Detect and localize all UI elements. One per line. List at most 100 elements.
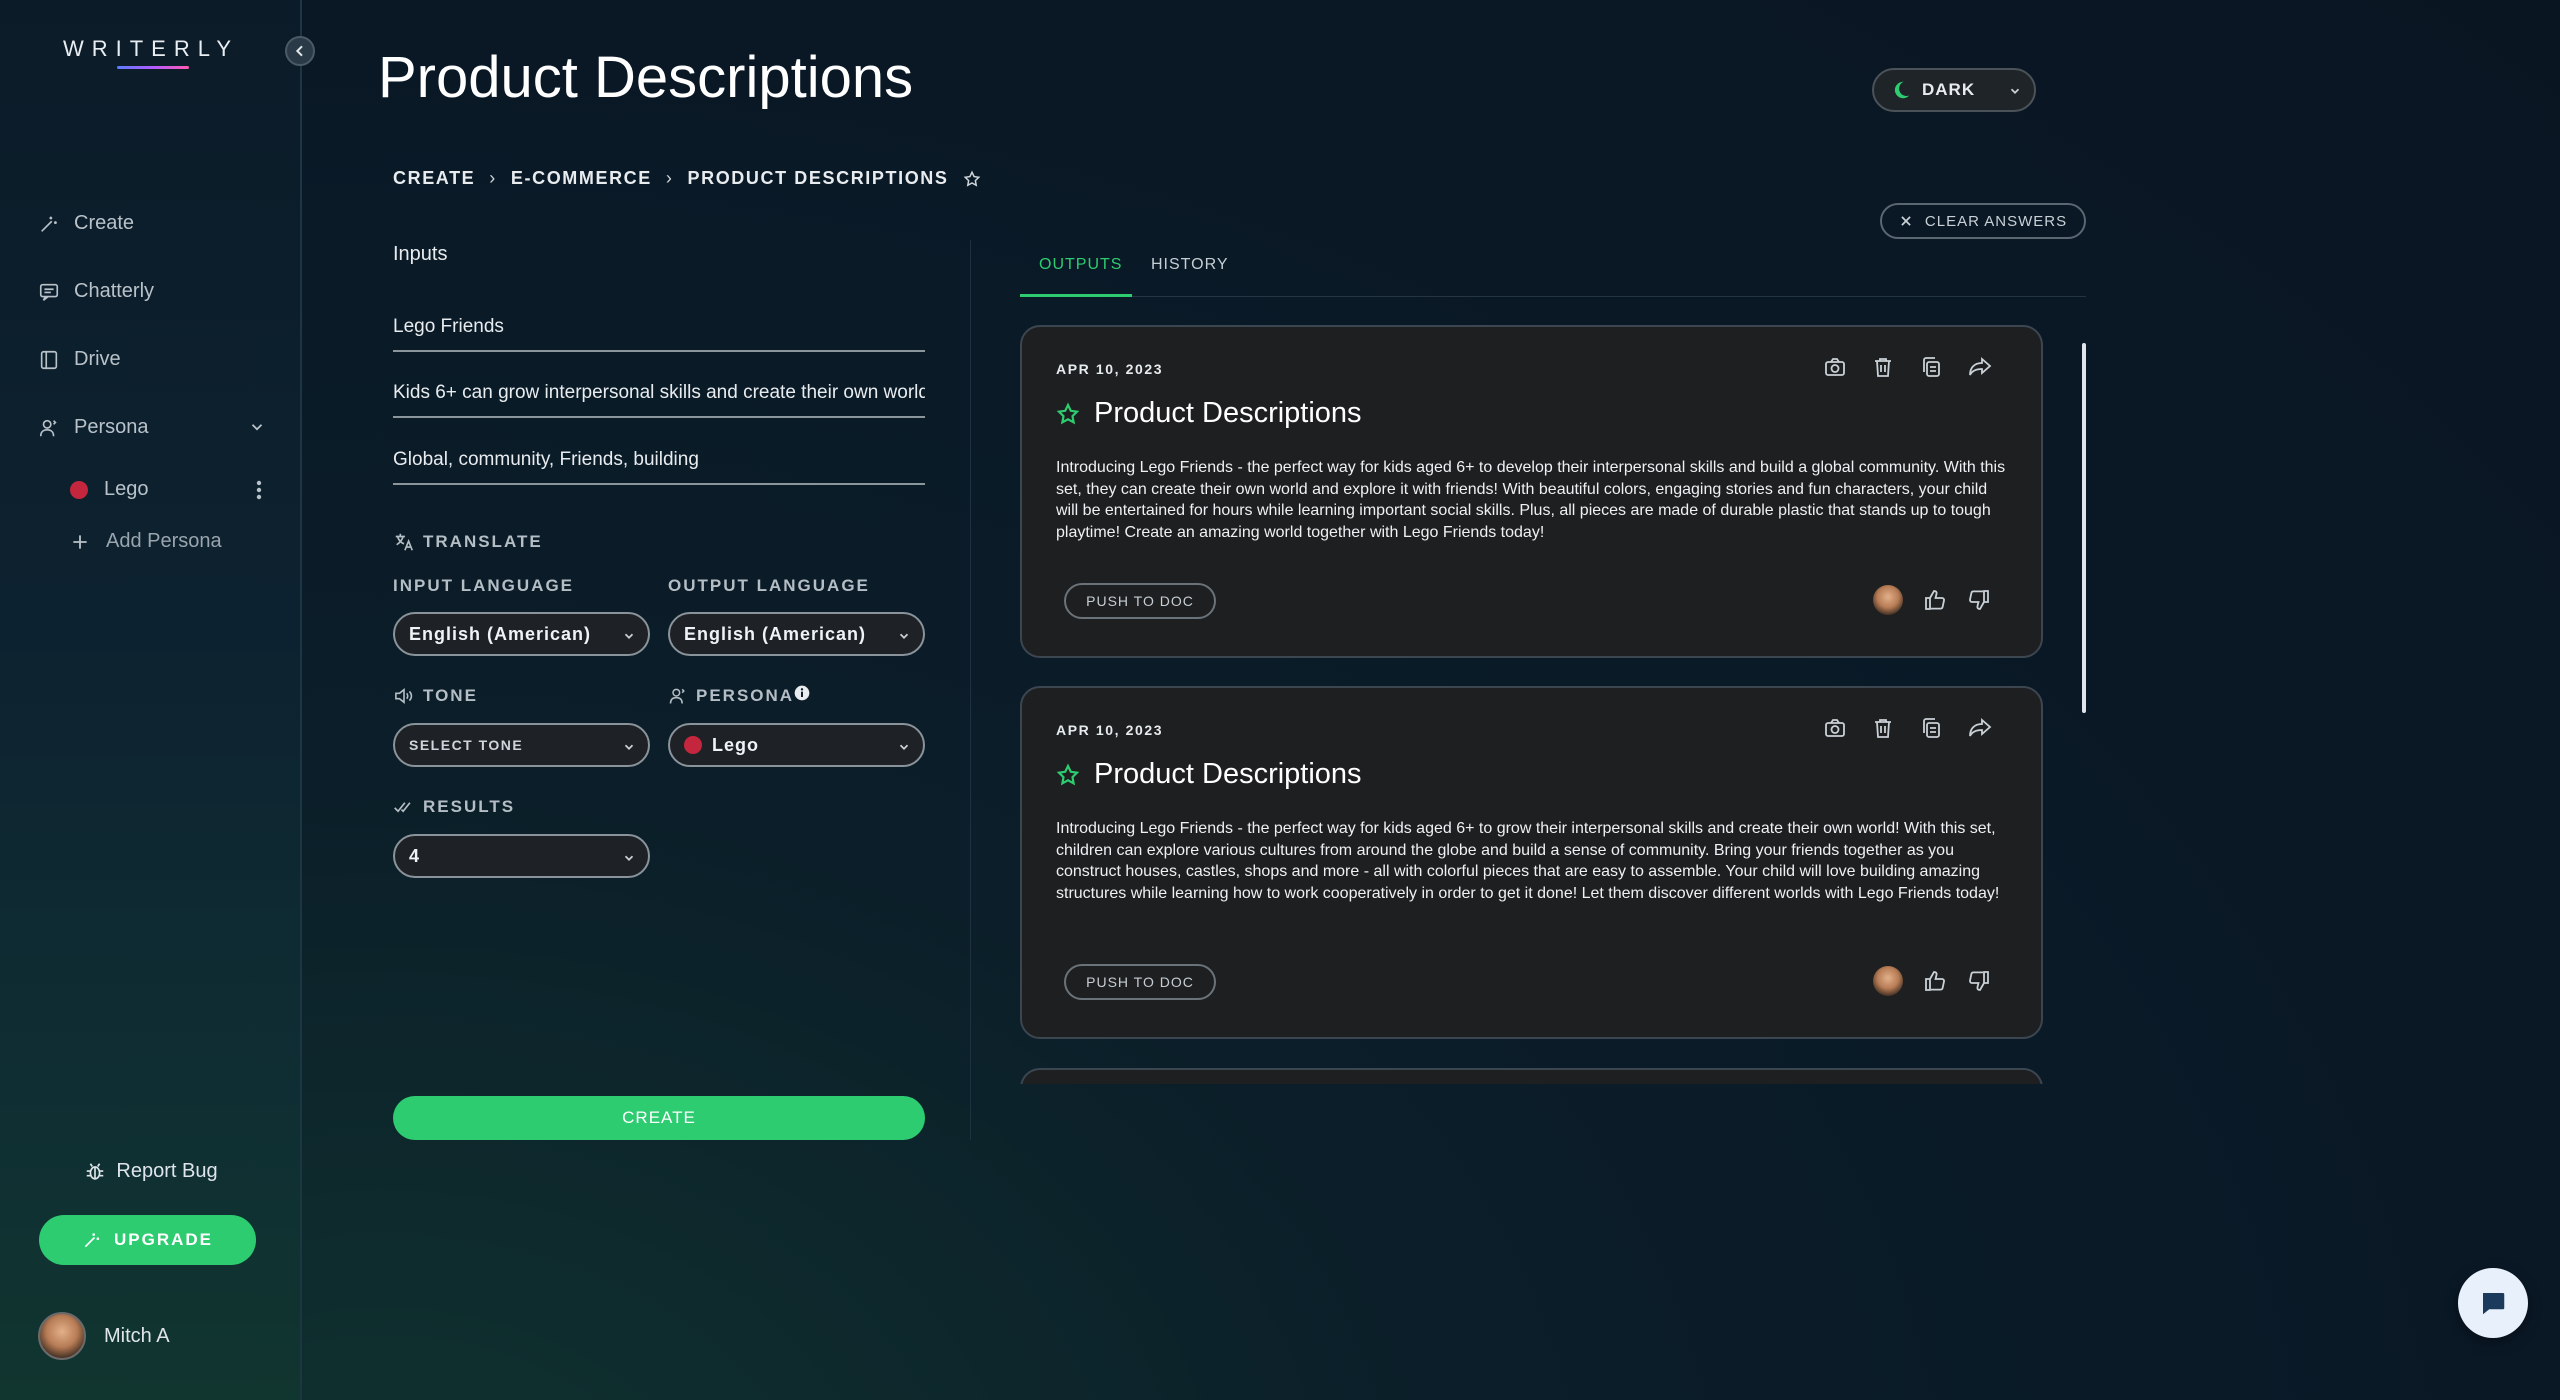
chevron-down-icon [897,740,911,754]
output-card: APR 10, 2023 Product Descriptions Introd… [1020,686,2043,1039]
more-options-icon[interactable] [256,480,262,500]
chat-icon [2478,1288,2508,1318]
results-select[interactable]: 4 [393,834,650,878]
chat-icon [38,281,60,303]
output-language-label: OUTPUT LANGUAGE [668,576,870,595]
user-profile[interactable]: Mitch A [38,1312,170,1360]
close-icon [1899,214,1913,228]
tab-divider [1020,296,2086,297]
persona-item-label: Lego [104,478,149,500]
card-title: Product Descriptions [1056,758,1362,791]
share-icon[interactable] [1967,716,1993,740]
add-persona-label: Add Persona [106,530,222,552]
drive-icon [38,349,60,371]
star-icon[interactable] [1056,762,1080,787]
product-name-input[interactable]: Lego Friends [393,312,925,352]
sidebar-item-drive[interactable]: Drive [38,348,121,371]
output-language-value: English (American) [684,623,867,644]
card-feedback [1873,585,1991,615]
persona-color-dot [684,736,702,754]
breadcrumb-separator: › [665,168,674,188]
sidebar-item-create[interactable]: Create [38,212,134,235]
breadcrumb-separator: › [489,168,497,188]
thumbs-down-icon[interactable] [1967,969,1991,993]
inputs-heading: Inputs [393,243,448,265]
report-bug-button[interactable]: Report Bug [0,1160,302,1183]
chevron-down-icon[interactable] [248,418,266,436]
trash-icon[interactable] [1871,355,1895,379]
thumbs-down-icon[interactable] [1967,588,1991,612]
card-title: Product Descriptions [1056,397,1362,430]
translate-icon [393,531,415,553]
sidebar-item-chatterly[interactable]: Chatterly [38,280,154,303]
output-language-select[interactable]: English (American) [668,612,925,656]
breadcrumb-item-product-descriptions: PRODUCT DESCRIPTIONS [687,168,949,188]
card-actions [1823,716,1993,740]
card-body: Introducing Lego Friends - the perfect w… [1056,459,2006,541]
card-date: APR 10, 2023 [1056,722,1164,738]
product-description-input[interactable]: Kids 6+ can grow interpersonal skills an… [393,378,925,418]
persona-icon [668,686,688,706]
add-persona-button[interactable]: Add Persona [70,530,222,553]
tone-placeholder: SELECT TONE [409,737,524,753]
input-language-value: English (American) [409,623,592,644]
tab-history[interactable]: HISTORY [1151,256,1229,274]
trash-icon[interactable] [1871,716,1895,740]
collapse-sidebar-button[interactable] [285,36,315,66]
persona-section: PERSONA [668,685,810,706]
card-actions [1823,355,1993,379]
breadcrumb-item-create[interactable]: CREATE [393,168,475,189]
active-tab-indicator [1020,294,1132,297]
speaker-icon [393,687,415,705]
create-button[interactable]: CREATE [393,1096,925,1140]
card-body: Introducing Lego Friends - the perfect w… [1056,820,2000,902]
upgrade-button[interactable]: UPGRADE [39,1215,256,1265]
input-language-select[interactable]: English (American) [393,612,650,656]
moon-icon [1890,79,1912,101]
chevron-down-icon [622,851,636,865]
card-date: APR 10, 2023 [1056,361,1164,377]
persona-value: Lego [712,734,759,755]
avatar [1873,585,1903,615]
thumbs-up-icon[interactable] [1923,588,1947,612]
sidebar-item-persona[interactable]: Persona [38,416,149,439]
thumbs-up-icon[interactable] [1923,969,1947,993]
wand-icon [38,213,60,235]
scrollbar[interactable] [2082,343,2086,713]
push-to-doc-button[interactable]: PUSH TO DOC [1064,964,1216,1000]
star-icon[interactable] [1056,401,1080,426]
persona-icon [38,417,60,439]
chat-support-button[interactable] [2458,1268,2528,1338]
camera-icon[interactable] [1823,355,1847,379]
theme-select[interactable]: DARK [1872,68,2036,112]
app-logo[interactable]: WRITERLY [0,36,302,62]
sidebar-item-label: Chatterly [74,280,155,302]
persona-item-lego[interactable]: Lego [70,478,149,501]
persona-label: PERSONA [696,686,795,705]
breadcrumb-item-ecommerce[interactable]: E-COMMERCE [511,168,652,189]
column-divider [970,240,971,1140]
persona-select[interactable]: Lego [668,723,925,767]
persona-color-dot [70,480,88,499]
input-language-label: INPUT LANGUAGE [393,576,574,595]
push-to-doc-button[interactable]: PUSH TO DOC [1064,583,1216,619]
sidebar: WRITERLY Create Chatterly Drive Persona … [0,0,302,1400]
tone-select[interactable]: SELECT TONE [393,723,650,767]
tab-outputs[interactable]: OUTPUTS [1039,256,1122,274]
copy-icon[interactable] [1919,716,1943,740]
bug-icon [84,1161,106,1183]
clear-answers-button[interactable]: CLEAR ANSWERS [1880,203,2086,239]
results-label: RESULTS [423,797,516,816]
info-icon[interactable] [794,685,810,701]
copy-icon[interactable] [1919,355,1943,379]
tone-label: TONE [423,686,478,705]
card-title-text: Product Descriptions [1094,397,1362,429]
sidebar-item-label: Create [74,212,135,234]
breadcrumb: CREATE › E-COMMERCE › PRODUCT DESCRIPTIO… [393,168,981,189]
page-title: Product Descriptions [378,45,914,110]
favorite-star-icon[interactable] [963,170,981,188]
results-value: 4 [409,845,421,866]
camera-icon[interactable] [1823,716,1847,740]
share-icon[interactable] [1967,355,1993,379]
keywords-input[interactable]: Global, community, Friends, building [393,445,925,485]
